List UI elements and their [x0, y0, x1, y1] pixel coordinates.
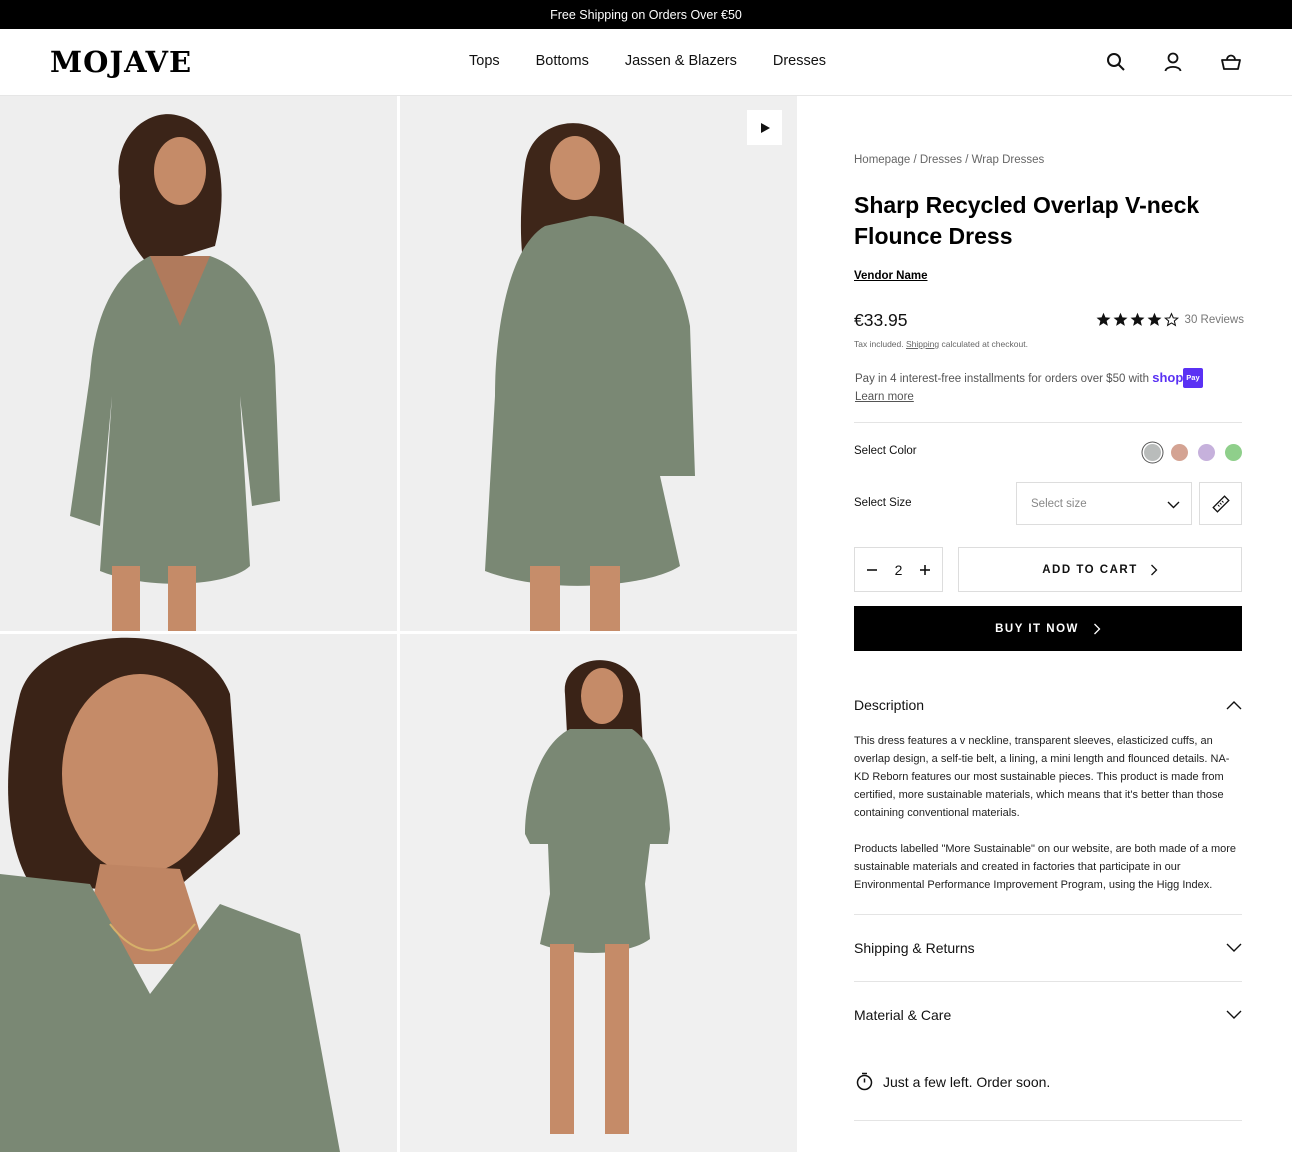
shipping-link[interactable]: Shipping — [906, 339, 939, 349]
model-front-view-image[interactable] — [0, 96, 397, 631]
divider — [854, 422, 1242, 423]
model-back-view-image[interactable] — [400, 96, 797, 631]
stock-message: Just a few left. Order soon. — [883, 1073, 1051, 1090]
divider — [854, 1120, 1242, 1121]
divider — [854, 914, 1242, 915]
breadcrumb-dresses[interactable]: Dresses — [920, 154, 962, 166]
color-swatches — [1144, 444, 1242, 461]
color-swatch-rose[interactable] — [1171, 444, 1188, 461]
timer-icon — [856, 1072, 873, 1091]
account-icon[interactable] — [1162, 51, 1184, 73]
buy-now-label: BUY IT NOW — [995, 622, 1079, 635]
shipping-returns-title: Shipping & Returns — [854, 940, 975, 956]
product-price: €33.95 — [854, 310, 908, 330]
chevron-down-icon — [1167, 501, 1180, 509]
size-guide-button[interactable] — [1199, 482, 1242, 525]
cart-icon[interactable] — [1220, 51, 1242, 73]
chevron-down-icon — [1226, 943, 1242, 952]
description-paragraph: Products labelled "More Sustainable" on … — [854, 843, 1237, 891]
plus-icon — [919, 564, 930, 575]
installments-note: Pay in 4 interest-free installments for … — [855, 368, 1243, 406]
product-title: Sharp Recycled Overlap V-neck Flounce Dr… — [854, 192, 1200, 249]
add-to-cart-label: ADD TO CART — [1042, 563, 1138, 576]
breadcrumb: Homepage / Dresses / Wrap Dresses — [854, 154, 1045, 166]
select-color-label: Select Color — [854, 445, 917, 457]
quantity-value[interactable]: 2 — [895, 562, 903, 578]
play-icon — [760, 122, 770, 133]
add-to-cart-button[interactable]: ADD TO CART — [958, 547, 1242, 592]
model-full-length-image[interactable] — [400, 634, 797, 1152]
description-paragraph: This dress features a v neckline, transp… — [854, 735, 1230, 819]
vendor-link[interactable]: Vendor Name — [854, 270, 928, 282]
shop-pay-badge: Pay — [1183, 368, 1203, 388]
chevron-up-icon — [1226, 701, 1242, 710]
star-filled-icon — [1113, 312, 1128, 326]
play-video-button[interactable] — [747, 110, 782, 145]
nav-tops[interactable]: Tops — [469, 53, 500, 69]
tax-prefix: Tax included. — [854, 339, 904, 349]
chevron-right-icon — [1150, 564, 1158, 575]
site-header: MOJAVE Tops Bottoms Jassen & Blazers Dre… — [0, 29, 1292, 96]
size-placeholder: Select size — [1031, 497, 1087, 510]
brand-logo[interactable]: MOJAVE — [50, 45, 192, 79]
model-closeup-image[interactable] — [0, 634, 397, 1152]
description-body: This dress features a v neckline, transp… — [854, 732, 1242, 894]
reviews-count[interactable]: 30 Reviews — [1185, 314, 1244, 326]
ruler-icon — [1211, 494, 1230, 513]
star-rating[interactable]: 30 Reviews — [1096, 312, 1244, 327]
low-stock-notice: Just a few left. Order soon. — [855, 1072, 1050, 1091]
color-swatch-lilac[interactable] — [1198, 444, 1215, 461]
breadcrumb-wrap-dresses[interactable]: Wrap Dresses — [972, 154, 1045, 166]
minus-icon — [867, 568, 877, 571]
main-nav: Tops Bottoms Jassen & Blazers Dresses — [469, 53, 826, 69]
nav-jackets-blazers[interactable]: Jassen & Blazers — [625, 53, 737, 69]
nav-dresses[interactable]: Dresses — [773, 53, 826, 69]
learn-more-link[interactable]: Learn more — [855, 388, 914, 406]
star-empty-icon — [1163, 312, 1179, 327]
select-size-label: Select Size — [854, 497, 912, 509]
star-filled-icon — [1147, 312, 1162, 326]
color-swatch-grey[interactable] — [1144, 444, 1161, 461]
tax-note: Tax included. Shipping calculated at che… — [854, 339, 1028, 349]
nav-bottoms[interactable]: Bottoms — [536, 53, 589, 69]
chevron-down-icon — [1226, 1010, 1242, 1019]
chevron-right-icon — [1093, 623, 1101, 634]
shipping-returns-accordion-header[interactable]: Shipping & Returns — [854, 940, 1242, 956]
color-swatch-green[interactable] — [1225, 444, 1242, 461]
material-care-title: Material & Care — [854, 1007, 952, 1023]
description-title: Description — [854, 697, 925, 713]
announcement-text: Free Shipping on Orders Over €50 — [550, 7, 742, 22]
shop-pay-logo: shop — [1152, 370, 1184, 385]
announcement-bar: Free Shipping on Orders Over €50 — [0, 0, 1292, 29]
description-accordion-header[interactable]: Description — [854, 697, 1242, 713]
tax-suffix: calculated at checkout. — [941, 339, 1028, 349]
quantity-increase-button[interactable] — [917, 562, 933, 578]
quantity-decrease-button[interactable] — [864, 562, 880, 578]
product-gallery — [0, 96, 797, 1152]
divider — [854, 981, 1242, 982]
buy-now-button[interactable]: BUY IT NOW — [854, 606, 1242, 651]
breadcrumb-homepage[interactable]: Homepage — [854, 154, 910, 166]
material-care-accordion-header[interactable]: Material & Care — [854, 1007, 1242, 1023]
star-filled-icon — [1130, 312, 1145, 326]
size-dropdown[interactable]: Select size — [1016, 482, 1192, 525]
quantity-stepper: 2 — [854, 547, 943, 592]
search-icon[interactable] — [1105, 51, 1127, 73]
installments-text: Pay in 4 interest-free installments for … — [855, 373, 1150, 385]
star-filled-icon — [1096, 312, 1111, 326]
